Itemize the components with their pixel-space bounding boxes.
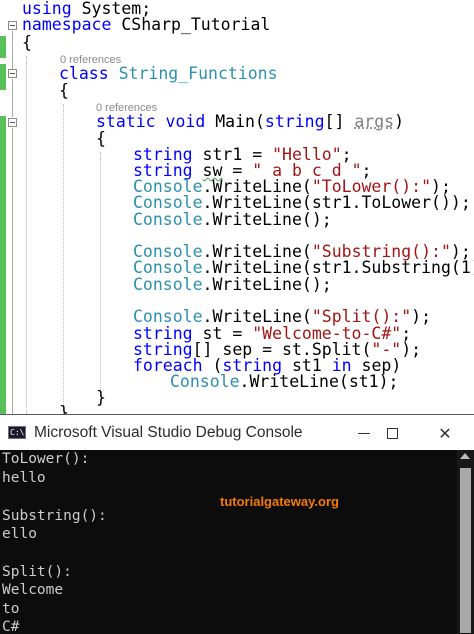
console-title-bar[interactable]: C:\ Microsoft Visual Studio Debug Consol… [0,414,474,450]
minimize-icon [358,432,370,434]
indent-guide [26,56,27,414]
code-line[interactable]: static void Main(string[] args) [96,113,404,131]
console-app-icon: C:\ [8,426,26,439]
output-line: Substring(): [2,508,107,524]
fold-line [12,79,13,117]
change-indicator [0,116,6,414]
change-indicator [0,64,6,90]
code-line[interactable]: } [59,404,69,415]
fold-line [12,128,13,414]
close-button[interactable]: ✕ [426,415,464,451]
code-line[interactable]: namespace CSharp_Tutorial [22,16,270,34]
code-line[interactable]: class String_Functions [59,65,278,83]
code-line[interactable]: Console.WriteLine(); [133,211,332,229]
collapse-method-icon[interactable] [8,118,17,127]
code-line[interactable]: } [96,389,106,407]
code-line[interactable]: { [22,34,32,52]
debug-console-window[interactable]: C:\ Microsoft Visual Studio Debug Consol… [0,414,474,634]
collapse-namespace-icon[interactable] [8,21,17,30]
output-line: Split(): [2,564,72,580]
output-line: hello [2,470,46,486]
vertical-scrollbar[interactable] [457,450,474,634]
change-indicator [0,36,6,58]
code-line[interactable]: Console.WriteLine(st1); [170,373,399,391]
code-editor[interactable]: using System; namespace CSharp_Tutorial … [0,0,474,414]
output-line: Welcome [2,582,64,598]
console-output[interactable]: ToLower(): hello Substring(): ello Split… [0,450,457,634]
collapse-class-icon[interactable] [8,69,17,78]
output-line: ToLower(): [2,451,90,467]
scroll-up-arrow-icon[interactable] [460,453,470,459]
indent-guide [100,152,101,392]
code-line[interactable]: { [96,130,106,148]
indent-guide [63,104,64,414]
window-title: Microsoft Visual Studio Debug Console [34,424,303,441]
output-line: ello [2,526,37,542]
maximize-button[interactable] [373,415,411,451]
close-icon: ✕ [438,423,452,443]
scrollbar-thumb[interactable] [460,468,471,633]
maximize-icon [386,427,398,439]
output-line: to [2,601,20,617]
watermark-text: tutorialgateway.org [220,494,339,509]
code-line[interactable]: { [59,82,69,100]
output-line: C# [2,619,20,634]
fold-line [12,31,13,69]
code-line[interactable]: Console.WriteLine(); [133,276,332,294]
